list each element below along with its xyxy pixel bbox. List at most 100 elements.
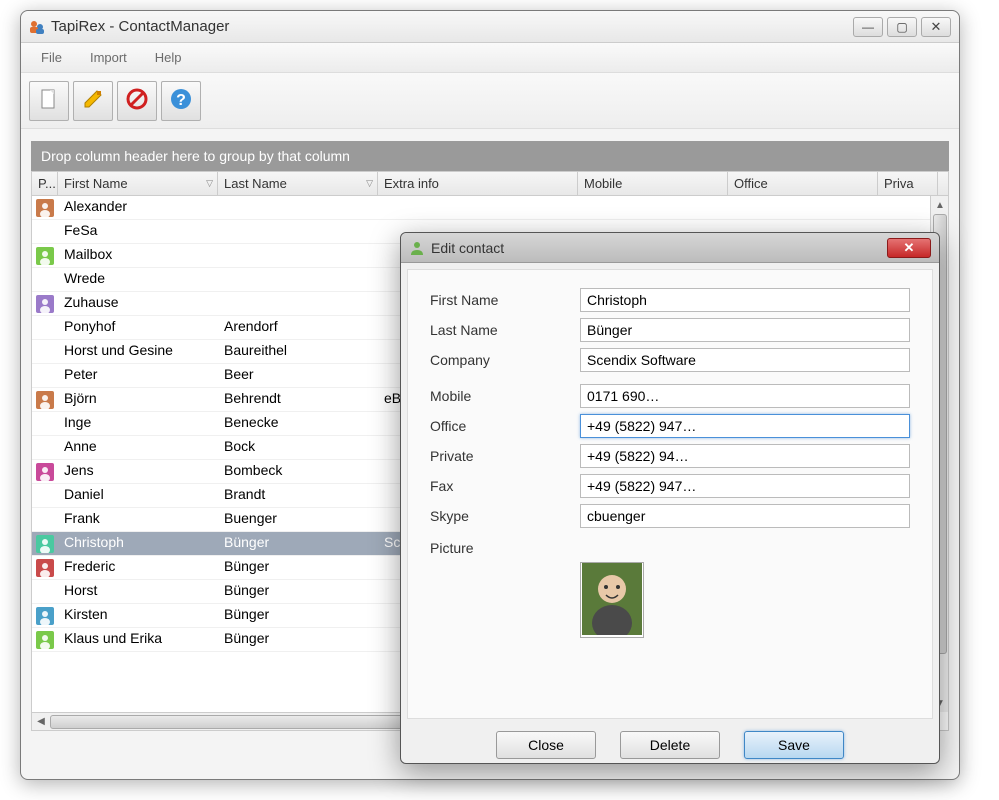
cell: Mailbox	[58, 244, 218, 267]
cell: Benecke	[218, 412, 378, 435]
dialog-body: First Name Last Name Company Mobile Offi…	[407, 269, 933, 719]
row-avatar-cell	[32, 388, 58, 411]
dialog-titlebar[interactable]: Edit contact ✕	[401, 233, 939, 263]
cell: Alexander	[58, 196, 218, 219]
cell: Daniel	[58, 484, 218, 507]
avatar-icon	[36, 247, 54, 265]
row-avatar-cell	[32, 556, 58, 579]
row-avatar-cell	[32, 580, 58, 603]
column-first-name[interactable]: First Name	[58, 172, 218, 195]
input-company[interactable]	[580, 348, 910, 372]
avatar-icon	[36, 199, 54, 217]
cell: Horst und Gesine	[58, 340, 218, 363]
menu-file[interactable]: File	[29, 46, 74, 69]
dialog-footer: Close Delete Save	[401, 725, 939, 769]
label-first-name: First Name	[430, 292, 580, 308]
app-icon	[29, 19, 45, 35]
cell	[218, 220, 378, 243]
save-button[interactable]: Save	[744, 731, 844, 759]
close-button[interactable]: ✕	[921, 17, 951, 37]
row-avatar-cell	[32, 412, 58, 435]
scroll-up-arrow[interactable]: ▲	[931, 196, 949, 214]
scroll-left-arrow[interactable]: ◀	[32, 713, 50, 731]
titlebar[interactable]: TapiRex - ContactManager — ▢ ✕	[21, 11, 959, 43]
cell	[878, 196, 938, 219]
maximize-button[interactable]: ▢	[887, 17, 917, 37]
question-icon: ?	[169, 87, 193, 114]
window-controls: — ▢ ✕	[853, 17, 951, 37]
row-avatar-cell	[32, 364, 58, 387]
cell	[218, 196, 378, 219]
edit-button[interactable]	[73, 81, 113, 121]
input-mobile[interactable]	[580, 384, 910, 408]
input-fax[interactable]	[580, 474, 910, 498]
dialog-close-button[interactable]: ✕	[887, 238, 931, 258]
avatar-icon	[36, 295, 54, 313]
menu-import[interactable]: Import	[78, 46, 139, 69]
table-row[interactable]: Alexander	[32, 196, 948, 220]
cell: Kirsten	[58, 604, 218, 627]
new-button[interactable]	[29, 81, 69, 121]
cell	[218, 292, 378, 315]
row-avatar-cell	[32, 460, 58, 483]
input-private[interactable]	[580, 444, 910, 468]
group-header[interactable]: Drop column header here to group by that…	[31, 141, 949, 171]
label-company: Company	[430, 352, 580, 368]
cell: Wrede	[58, 268, 218, 291]
cell: Buenger	[218, 508, 378, 531]
row-avatar-cell	[32, 220, 58, 243]
avatar-icon	[36, 463, 54, 481]
cell: Frank	[58, 508, 218, 531]
cell	[218, 268, 378, 291]
window-title: TapiRex - ContactManager	[51, 18, 853, 35]
minimize-button[interactable]: —	[853, 17, 883, 37]
row-avatar-cell	[32, 532, 58, 555]
column-last-name[interactable]: Last Name	[218, 172, 378, 195]
cell: Ponyhof	[58, 316, 218, 339]
input-skype[interactable]	[580, 504, 910, 528]
delete-button[interactable]	[117, 81, 157, 121]
column-office[interactable]: Office	[728, 172, 878, 195]
column-extra-info[interactable]: Extra info	[378, 172, 578, 195]
input-last-name[interactable]	[580, 318, 910, 342]
input-first-name[interactable]	[580, 288, 910, 312]
menubar: File Import Help	[21, 43, 959, 73]
horizontal-scroll-thumb[interactable]	[50, 715, 430, 729]
label-mobile: Mobile	[430, 388, 580, 404]
pencil-icon	[81, 87, 105, 114]
cell: Arendorf	[218, 316, 378, 339]
row-avatar-cell	[32, 268, 58, 291]
picture-box[interactable]	[580, 562, 644, 638]
cell: Bünger	[218, 628, 378, 651]
column-mobile[interactable]: Mobile	[578, 172, 728, 195]
row-avatar-cell	[32, 340, 58, 363]
new-document-icon	[37, 87, 61, 114]
cell: FeSa	[58, 220, 218, 243]
cell	[578, 196, 728, 219]
delete-button[interactable]: Delete	[620, 731, 720, 759]
avatar-icon	[36, 559, 54, 577]
close-button[interactable]: Close	[496, 731, 596, 759]
cell	[218, 244, 378, 267]
column-private[interactable]: Priva	[878, 172, 938, 195]
cell: Jens	[58, 460, 218, 483]
cell: Anne	[58, 436, 218, 459]
person-icon	[409, 240, 425, 256]
help-button[interactable]: ?	[161, 81, 201, 121]
cell: Klaus und Erika	[58, 628, 218, 651]
cell: Björn	[58, 388, 218, 411]
column-picture[interactable]: P...	[32, 172, 58, 195]
label-picture: Picture	[430, 540, 580, 556]
cell: Horst	[58, 580, 218, 603]
row-avatar-cell	[32, 316, 58, 339]
cell: Inge	[58, 412, 218, 435]
avatar-icon	[36, 631, 54, 649]
cell: Christoph	[58, 532, 218, 555]
row-avatar-cell	[32, 436, 58, 459]
menu-help[interactable]: Help	[143, 46, 194, 69]
label-private: Private	[430, 448, 580, 464]
cell: Bünger	[218, 556, 378, 579]
cell: Beer	[218, 364, 378, 387]
input-office[interactable]	[580, 414, 910, 438]
label-fax: Fax	[430, 478, 580, 494]
